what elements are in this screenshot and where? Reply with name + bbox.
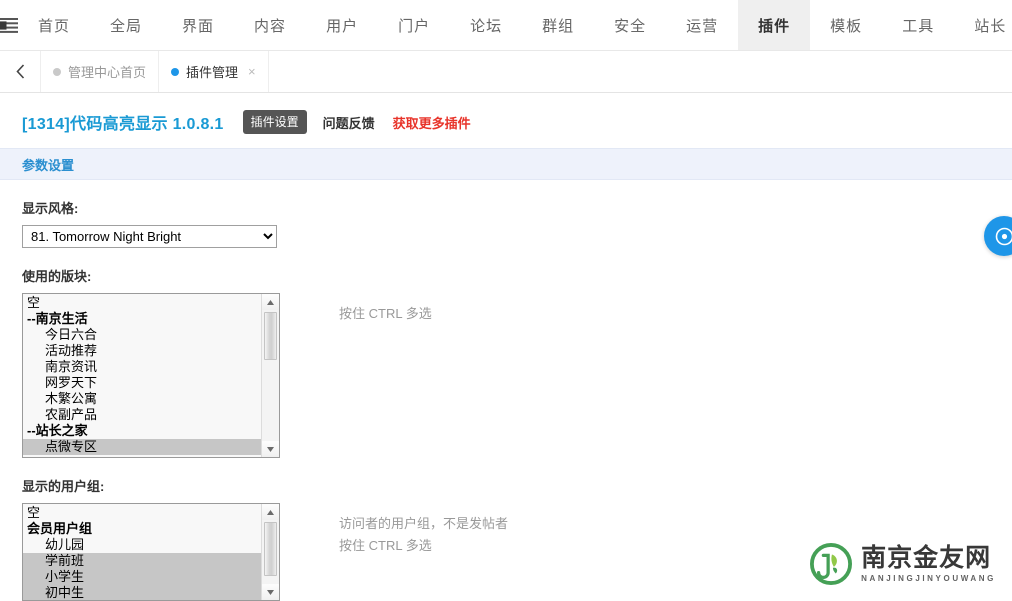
usergroups-listbox[interactable]: 空 会员用户组 幼儿园 学前班 小学生 初中生 (22, 503, 280, 601)
list-item[interactable]: 南京资讯 (23, 359, 261, 375)
scroll-down-arrow-icon[interactable] (262, 441, 279, 457)
plugin-settings-badge[interactable]: 插件设置 (243, 110, 307, 134)
scroll-track[interactable] (262, 520, 279, 584)
list-item[interactable]: --南京生活 (23, 311, 261, 327)
tab-close-icon[interactable]: × (248, 65, 256, 78)
tab-bar: 管理中心首页 插件管理 × (0, 51, 1012, 93)
nav-item-label: 插件 (758, 15, 790, 36)
scroll-down-arrow-icon[interactable] (262, 584, 279, 600)
tab-admin-home[interactable]: 管理中心首页 (41, 51, 159, 92)
scroll-track[interactable] (262, 310, 279, 441)
nav-item-list: 首页 全局 界面 内容 用户 门户 论坛 群组 安全 运营 插件 模板 工具 站… (18, 0, 1012, 50)
chevron-left-icon[interactable] (0, 51, 41, 92)
list-item[interactable]: 木繁公寓 (23, 391, 261, 407)
nav-item-label: 界面 (182, 15, 214, 36)
nav-item-label: 全局 (110, 15, 142, 36)
list-item[interactable]: 初中生 (23, 585, 261, 600)
list-item[interactable]: 会员用户组 (23, 521, 261, 537)
list-item[interactable]: 点微专区 (23, 439, 261, 455)
tab-label: 管理中心首页 (68, 62, 146, 81)
list-item[interactable]: --站长之家 (23, 423, 261, 439)
nav-item-users[interactable]: 用户 (306, 0, 378, 50)
hint-text: 按住 CTRL 多选 (339, 303, 432, 325)
usergroups-listbox-scrollbar[interactable] (261, 504, 279, 600)
display-style-select[interactable]: 81. Tomorrow Night Bright (22, 225, 277, 248)
feedback-link[interactable]: 问题反馈 (323, 113, 375, 132)
forums-field-label: 使用的版块: (22, 248, 1012, 293)
nav-item-label: 门户 (398, 15, 430, 36)
list-item[interactable]: 活动推荐 (23, 343, 261, 359)
scroll-thumb[interactable] (264, 312, 277, 360)
usergroups-listbox-items: 空 会员用户组 幼儿园 学前班 小学生 初中生 (23, 504, 261, 600)
tab-status-dot-icon (171, 68, 179, 76)
nav-item-home[interactable]: 首页 (18, 0, 90, 50)
forums-listbox[interactable]: 空 --南京生活 今日六合 活动推荐 南京资讯 网罗天下 木繁公寓 农副产品 -… (22, 293, 280, 458)
get-more-plugins-link[interactable]: 获取更多插件 (393, 113, 471, 132)
scroll-up-arrow-icon[interactable] (262, 294, 279, 310)
hint-text: 访问者的用户组，不是发帖者 (339, 513, 508, 535)
forums-hints: 按住 CTRL 多选 (339, 293, 432, 325)
usergroups-field-row: 空 会员用户组 幼儿园 学前班 小学生 初中生 访问者的用户组，不是发帖 (22, 503, 1012, 601)
nav-item-security[interactable]: 安全 (594, 0, 666, 50)
nav-item-group[interactable]: 群组 (522, 0, 594, 50)
nav-item-webmaster[interactable]: 站长 (954, 0, 1012, 50)
nav-item-label: 站长 (974, 15, 1006, 36)
list-menu-icon[interactable] (0, 0, 18, 50)
list-item[interactable]: 今日六合 (23, 327, 261, 343)
list-item[interactable]: 农副产品 (23, 407, 261, 423)
tab-label: 插件管理 (186, 62, 238, 81)
nav-item-label: 群组 (542, 15, 574, 36)
scroll-thumb[interactable] (264, 522, 277, 576)
nav-item-operation[interactable]: 运营 (666, 0, 738, 50)
tab-plugin-manage[interactable]: 插件管理 × (159, 51, 269, 92)
nav-item-label: 内容 (254, 15, 286, 36)
section-header-params: 参数设置 (0, 148, 1012, 180)
nav-item-label: 论坛 (470, 15, 502, 36)
nav-item-label: 运营 (686, 15, 718, 36)
nav-item-interface[interactable]: 界面 (162, 0, 234, 50)
list-item[interactable]: 空 (23, 295, 261, 311)
section-title: 参数设置 (22, 155, 74, 174)
usergroups-field-label: 显示的用户组: (22, 458, 1012, 503)
nav-item-label: 用户 (326, 15, 358, 36)
list-item[interactable]: 小学生 (23, 569, 261, 585)
usergroups-hints: 访问者的用户组，不是发帖者 按住 CTRL 多选 (339, 503, 508, 557)
list-item[interactable]: 学前班 (23, 553, 261, 569)
forums-listbox-scrollbar[interactable] (261, 294, 279, 457)
list-item[interactable]: 网罗天下 (23, 375, 261, 391)
nav-item-global[interactable]: 全局 (90, 0, 162, 50)
page-title: [1314]代码高亮显示 1.0.8.1 (22, 110, 224, 134)
nav-item-label: 安全 (614, 15, 646, 36)
nav-item-plugins[interactable]: 插件 (738, 0, 810, 50)
scroll-up-arrow-icon[interactable] (262, 504, 279, 520)
nav-item-content[interactable]: 内容 (234, 0, 306, 50)
nav-item-label: 模板 (830, 15, 862, 36)
nav-item-label: 首页 (38, 15, 70, 36)
forums-field-row: 空 --南京生活 今日六合 活动推荐 南京资讯 网罗天下 木繁公寓 农副产品 -… (22, 293, 1012, 458)
nav-item-tools[interactable]: 工具 (882, 0, 954, 50)
nav-item-forum[interactable]: 论坛 (450, 0, 522, 50)
nav-item-template[interactable]: 模板 (810, 0, 882, 50)
top-navigation-bar: 首页 全局 界面 内容 用户 门户 论坛 群组 安全 运营 插件 模板 工具 站… (0, 0, 1012, 51)
tab-status-dot-icon (53, 68, 61, 76)
style-field-label: 显示风格: (22, 180, 1012, 225)
plugin-title-row: [1314]代码高亮显示 1.0.8.1 插件设置 问题反馈 获取更多插件 (0, 93, 1012, 148)
hint-text: 按住 CTRL 多选 (339, 535, 508, 557)
list-item[interactable]: 空 (23, 505, 261, 521)
settings-form: 显示风格: 81. Tomorrow Night Bright 使用的版块: 空… (0, 180, 1012, 601)
nav-item-portal[interactable]: 门户 (378, 0, 450, 50)
nav-item-label: 工具 (902, 15, 934, 36)
list-item[interactable]: 幼儿园 (23, 537, 261, 553)
forums-listbox-items: 空 --南京生活 今日六合 活动推荐 南京资讯 网罗天下 木繁公寓 农副产品 -… (23, 294, 261, 457)
